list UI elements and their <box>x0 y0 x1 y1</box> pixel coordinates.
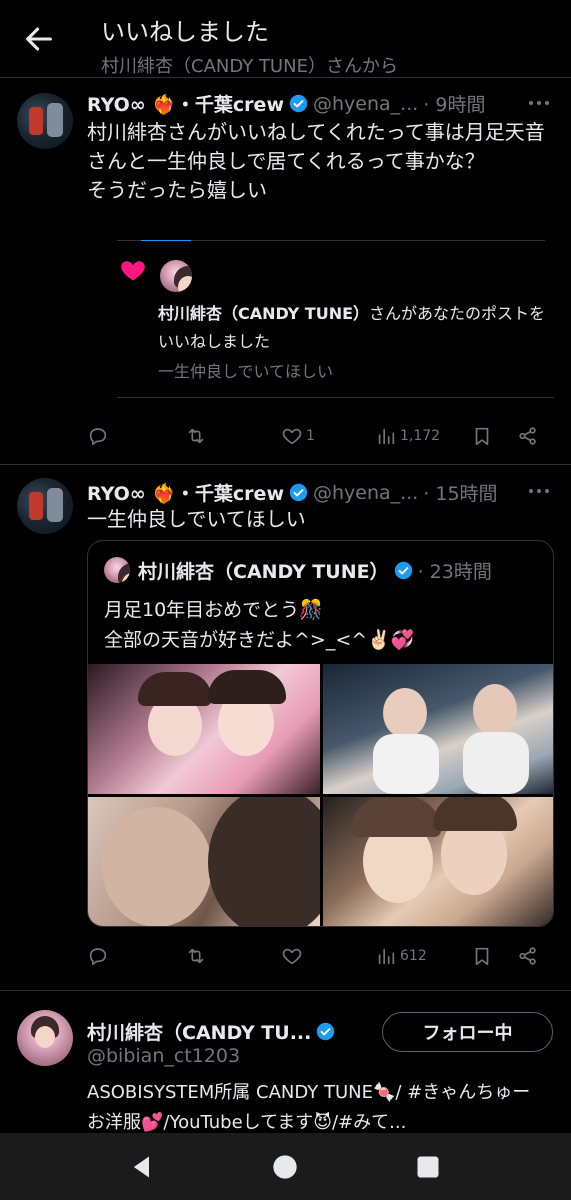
share-button[interactable] <box>517 941 539 971</box>
photo-2[interactable] <box>323 664 553 794</box>
notification-text: 村川緋杏（CANDY TUNE）さんがあなたのポストをいいねしました <box>158 300 548 356</box>
user-bio: ASOBISYSTEM所属 CANDY TUNE🍬/ #きゃんちゅー お洋服💕/… <box>87 1082 531 1133</box>
tweet-actions: 1 1,172 <box>87 421 547 451</box>
views-button[interactable]: 612 <box>375 941 427 971</box>
author-name[interactable]: RYO∞ ❤️‍🔥・千葉crew <box>87 90 284 117</box>
like-button[interactable] <box>281 941 303 971</box>
like-count: 1 <box>306 428 315 444</box>
quoted-text: 月足10年目おめでとう🎊 全部の天音が好きだよ^>_<^✌🏻💞 <box>104 599 415 651</box>
notification-avatar[interactable] <box>158 258 194 294</box>
heart-icon <box>121 261 145 281</box>
bookmark-icon <box>475 427 489 446</box>
tweet-actions: 612 <box>87 941 547 971</box>
bookmark-button[interactable] <box>471 421 493 451</box>
bookmark-button[interactable] <box>471 941 493 971</box>
verified-badge-icon <box>394 561 412 580</box>
divider <box>117 397 554 398</box>
tweet-text: 村川緋杏さんがいいねしてくれたって事は月足天音さんと一生仲良しで居てくれるって事… <box>87 120 545 202</box>
view-count: 612 <box>400 948 427 964</box>
tweet-1[interactable]: RYO∞ ❤️‍🔥・千葉crew @hyena_... · 9時間 村川緋杏さん… <box>0 0 571 464</box>
verified-badge-icon <box>289 94 308 113</box>
photo-3[interactable] <box>88 797 320 926</box>
more-icon[interactable] <box>529 489 549 495</box>
verified-badge-icon <box>317 1022 335 1041</box>
like-icon <box>282 428 302 445</box>
photo-4[interactable] <box>323 797 553 926</box>
nav-home-icon[interactable] <box>271 1153 299 1181</box>
quoted-time: · 23時間 <box>417 561 492 583</box>
nav-back-icon[interactable] <box>128 1153 156 1181</box>
tweet-text: 一生仲良しでいてほしい <box>87 507 306 531</box>
share-icon <box>519 427 536 445</box>
avatar[interactable] <box>17 93 73 149</box>
retweet-button[interactable] <box>185 941 207 971</box>
views-icon <box>378 428 395 445</box>
share-icon <box>519 947 536 965</box>
quoted-tweet[interactable]: 村川緋杏（CANDY TUNE） · 23時間 月足10年目おめでとう🎊 全部の… <box>87 540 554 927</box>
reply-icon <box>89 428 107 445</box>
quoted-author-name: 村川緋杏（CANDY TUNE） <box>138 561 389 583</box>
retweet-icon <box>188 428 204 444</box>
share-button[interactable] <box>517 421 539 451</box>
nav-recents-icon[interactable] <box>414 1153 442 1181</box>
following-button[interactable]: フォロー中 <box>382 1012 553 1052</box>
author-name[interactable]: RYO∞ ❤️‍🔥・千葉crew <box>87 479 284 506</box>
quoted-avatar[interactable] <box>104 557 130 583</box>
reply-icon <box>89 948 107 965</box>
like-button[interactable]: 1 <box>281 421 315 451</box>
more-icon[interactable] <box>529 101 549 107</box>
verified-badge-icon <box>289 483 308 502</box>
user-name: 村川緋杏（CANDY TU... <box>87 1022 312 1044</box>
reply-button[interactable] <box>87 421 109 451</box>
author-handle[interactable]: @hyena_... <box>313 93 418 115</box>
avatar[interactable] <box>17 1010 73 1066</box>
photo-1[interactable] <box>88 664 320 794</box>
retweet-icon <box>188 948 204 964</box>
retweet-button[interactable] <box>185 421 207 451</box>
user-handle: @bibian_ct1203 <box>87 1045 241 1067</box>
tweet-time: · 9時間 <box>423 94 486 116</box>
tweet-time: · 15時間 <box>423 483 498 505</box>
author-handle[interactable]: @hyena_... <box>313 482 418 504</box>
views-icon <box>378 948 395 965</box>
notification-actor[interactable]: 村川緋杏（CANDY TUNE） <box>158 304 369 323</box>
like-icon <box>282 948 302 965</box>
accent-line <box>141 240 191 241</box>
system-nav-bar <box>0 1133 571 1200</box>
notification-quoted-text[interactable]: 一生仲良しでいてほしい <box>158 358 333 382</box>
bookmark-icon <box>475 947 489 966</box>
views-button[interactable]: 1,172 <box>375 421 440 451</box>
avatar[interactable] <box>17 478 73 534</box>
photo-grid <box>88 664 553 926</box>
view-count: 1,172 <box>400 428 441 444</box>
reply-button[interactable] <box>87 941 109 971</box>
